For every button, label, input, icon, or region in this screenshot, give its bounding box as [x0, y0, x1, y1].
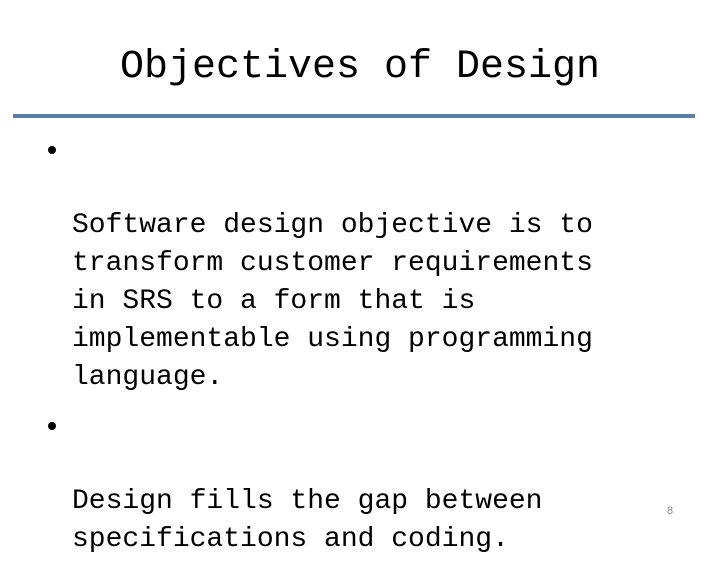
title-divider — [13, 114, 695, 118]
slide-title: Objectives of Design — [119, 45, 601, 90]
page-number: 8 — [666, 505, 674, 517]
bullet-list: Software design objective is to transfor… — [48, 131, 708, 569]
bullet-item: Design fills the gap between specificati… — [48, 407, 708, 559]
bullet-item: Software design objective is to transfor… — [48, 131, 708, 397]
bullet-icon — [48, 146, 56, 154]
bullet-text: Design fills the gap between specificati… — [72, 486, 543, 555]
bullet-icon — [48, 422, 56, 430]
bullet-text: Software design objective is to transfor… — [72, 210, 593, 393]
